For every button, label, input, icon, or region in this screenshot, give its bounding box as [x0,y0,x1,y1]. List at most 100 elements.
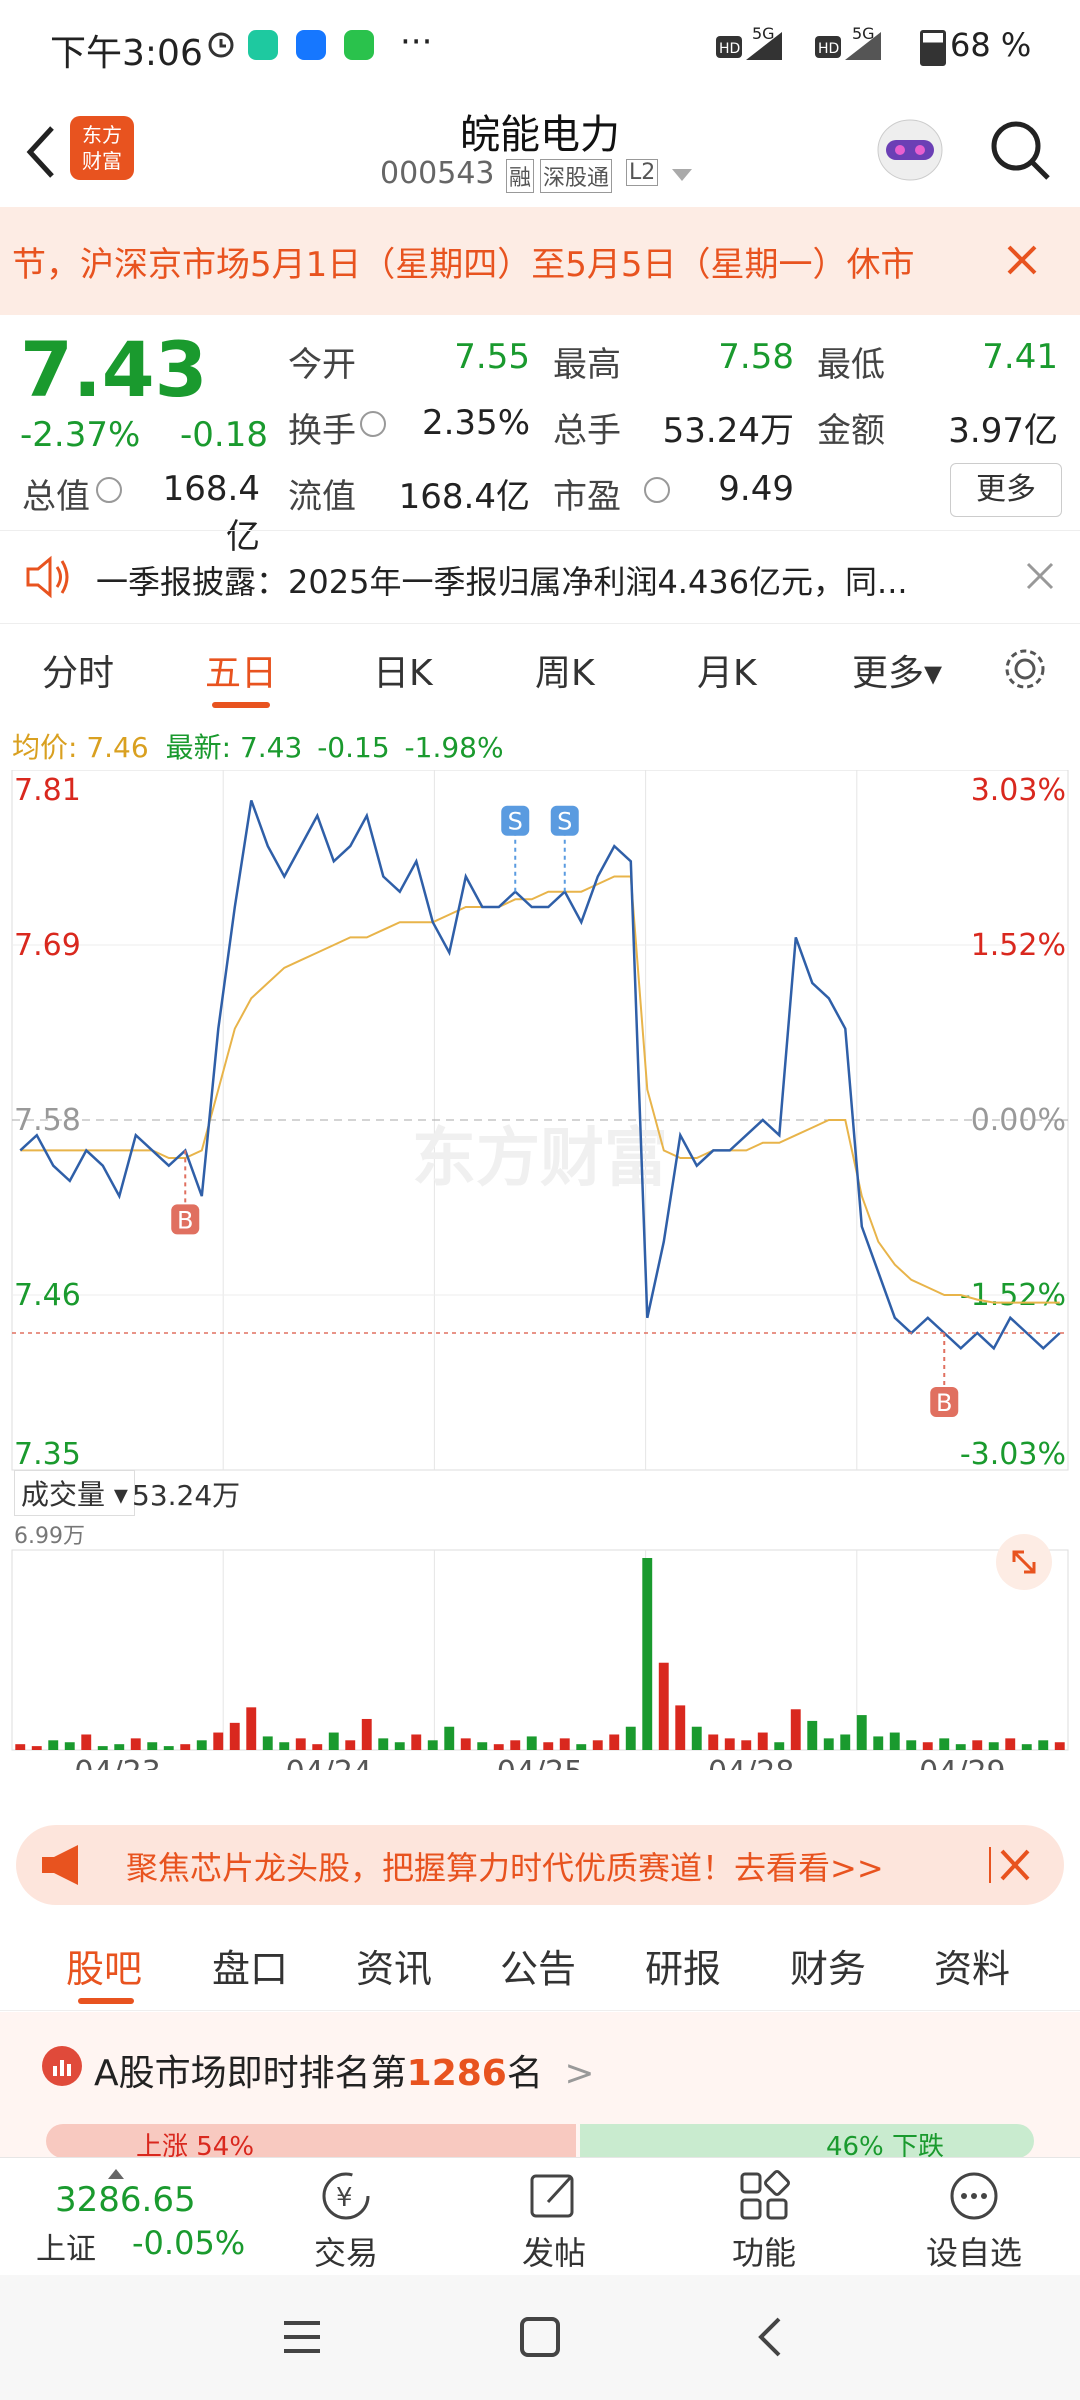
volume-frame [11,1549,1069,1751]
volume-selector[interactable]: 成交量 ▾ [14,1470,135,1516]
settings-gear-icon[interactable] [1000,644,1050,698]
tab-zixun[interactable]: 资讯 [356,1938,432,1993]
volume-bar [939,1738,950,1750]
robot-assistant-icon[interactable] [870,112,950,190]
menu-icon[interactable] [280,2317,324,2361]
volume-bar [411,1734,422,1750]
latest-change: -0.15 [317,731,390,764]
tab-yuek[interactable]: 月K [697,644,757,696]
avg-label: 均价: [12,731,78,764]
tab-zhouk[interactable]: 周K [535,644,595,696]
nav-add-watchlist[interactable]: 设自选 [894,2168,1054,2274]
home-icon[interactable] [518,2315,562,2363]
field-value-high: 7.58 [718,337,794,377]
battery-icon [920,30,946,66]
rank-up-label: 上涨 54% [136,2132,255,2158]
promo-banner[interactable]: 聚焦芯片龙头股，把握算力时代优质赛道！去看看>> [16,1825,1064,1905]
tab-guba[interactable]: 股吧 [66,1938,142,1993]
volume-bar [691,1726,702,1750]
volume-bar [81,1734,92,1750]
volume-bar [790,1709,801,1750]
tab-ziliao[interactable]: 资料 [934,1938,1010,1993]
volume-max-label: 6.99万 [14,1524,85,1549]
volume-bar [295,1738,306,1750]
field-value-volume: 53.24万 [662,411,794,451]
tab-more[interactable]: 更多▾ [852,644,942,696]
nav-trade-label: 交易 [313,2234,378,2272]
x-tick-label: 04/23 [74,1755,160,1770]
field-label-marketcap: 总值 [22,477,90,517]
tab-gonggao[interactable]: 公告 [500,1938,576,1993]
more-button[interactable]: 更多 [950,463,1062,517]
index-widget[interactable]: 3286.65 上证 -0.05% [0,2158,245,2276]
grid-icon [740,2170,790,2220]
close-icon[interactable] [988,1845,1032,1889]
volume-bar [543,1742,554,1750]
x-tick-label: 04/29 [919,1755,1005,1770]
expand-icon[interactable] [996,1534,1052,1590]
x-tick-label: 04/24 [286,1755,372,1770]
stock-header: 东方 财富 皖能电力 000543 融 深股通 L2 [0,92,1080,207]
volume-bar [444,1726,455,1750]
announcement-bar[interactable]: 一季报披露：2025年一季报归属净利润4.436亿元，同... [0,530,1080,624]
volume-bar [31,1746,42,1750]
tab-wuri[interactable]: 五日 [205,644,277,696]
tab-underline [212,702,270,708]
rank-down-label: 46% 下跌 [825,2132,944,2158]
nav-post[interactable]: 发帖 [474,2168,634,2274]
market-rank[interactable]: A股市场即时排名第1286名 > 上涨 54% 46% 下跌 [0,2012,1080,2158]
back-icon[interactable] [20,122,60,186]
y-tick-right: 0.00% [971,1103,1066,1138]
banner-text: 聚焦芯片龙头股，把握算力时代优质赛道！去看看>> [126,1849,884,1887]
volume-bar [64,1742,75,1750]
holiday-notice[interactable]: 节，沪深京市场5月1日（星期四）至5月5日（星期一）休市 [0,207,1080,315]
volume-bar [642,1558,653,1750]
y-tick-left: 7.46 [14,1278,81,1313]
tab-pankou[interactable]: 盘口 [212,1938,288,1993]
tag-l2: L2 [626,159,659,186]
rank-chart-icon [42,2046,82,2086]
chart-tabs: 分时 五日 日K 周K 月K 更多▾ [0,622,1080,717]
net1: 5G [752,24,775,43]
price-line [19,799,1061,1351]
field-label-low: 最低 [817,345,885,385]
volume-bar [15,1744,26,1750]
x-tick-label: 04/25 [497,1755,583,1770]
volume-bar [576,1744,587,1750]
search-icon[interactable] [988,118,1054,188]
back-nav-icon[interactable] [755,2315,785,2363]
more-circle-icon [950,2172,998,2220]
brand-logo[interactable]: 东方 财富 [70,116,134,180]
nav-add-watchlist-label: 设自选 [925,2234,1022,2272]
announce-text: 一季报披露：2025年一季报归属净利润4.436亿元，同... [96,563,908,601]
change-value: -0.18 [180,415,268,455]
dropdown-icon[interactable] [672,168,692,187]
tab-fenshi[interactable]: 分时 [42,644,114,696]
tab-yanbao[interactable]: 研报 [645,1938,721,1993]
volume-bar [906,1740,917,1750]
y-tick-right: -1.52% [960,1278,1066,1313]
change-pct: -2.37% [20,415,141,455]
svg-text:¥: ¥ [336,2183,353,2213]
volume-bar [922,1742,933,1750]
volume-bar [1005,1738,1016,1750]
tab-rik[interactable]: 日K [373,644,433,696]
price-chart-svg[interactable]: 7.81 3.03% 7.69 1.52% 7.58 0.00% 7.46 -1.52% 7.3… [0,770,1080,1770]
tab-caiwu[interactable]: 财务 [790,1938,866,1993]
nav-functions[interactable]: 功能 [684,2168,844,2274]
close-icon[interactable] [1025,561,1055,595]
volume-bar [625,1726,636,1750]
info-icon[interactable] [360,411,386,437]
field-label-turnover: 换手 [288,411,356,451]
quote-panel: 7.43 -2.37% -0.18 今开 7.55 最高 7.58 最低 7.4… [0,315,1080,557]
info-icon[interactable] [644,477,670,503]
sell-marker-label: S [508,808,523,836]
close-icon[interactable] [1005,243,1039,281]
info-icon[interactable] [96,477,122,503]
volume-bar [856,1715,867,1750]
volume-bar [1038,1740,1049,1750]
volume-bar [394,1742,405,1750]
nav-trade[interactable]: ¥ 交易 [266,2168,426,2274]
volume-bar [460,1738,471,1750]
rank-text: A股市场即时排名第1286名 > [94,2044,594,2096]
